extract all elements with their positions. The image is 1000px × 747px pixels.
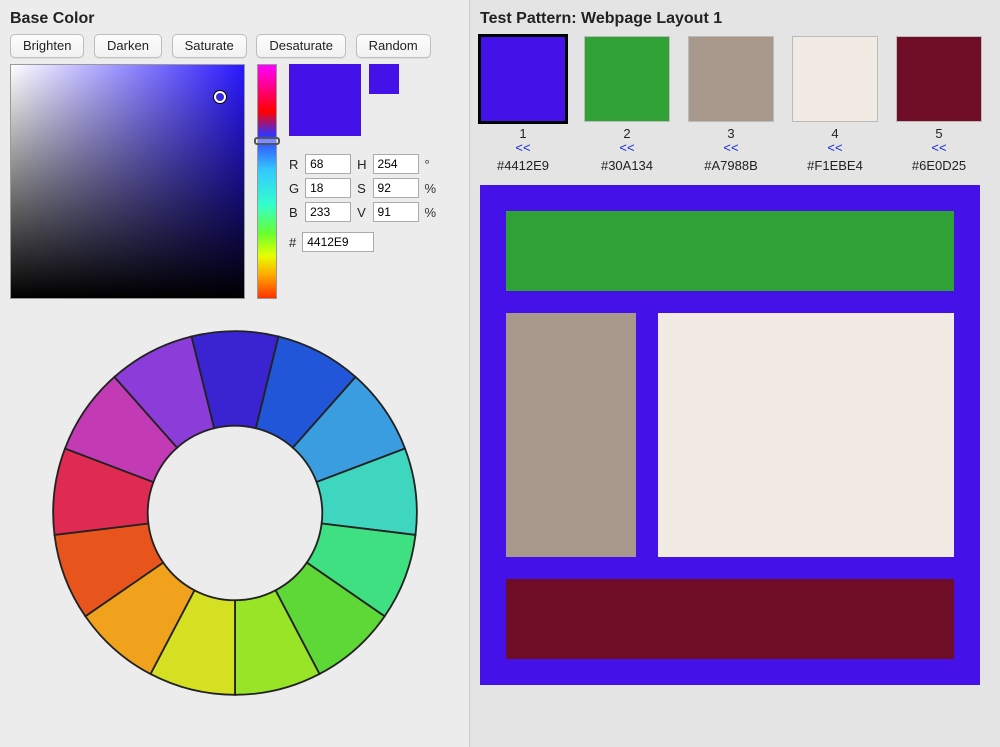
hex-label: # — [289, 235, 296, 250]
palette-hex: #A7988B — [704, 158, 758, 173]
adjust-button-row: Brighten Darken Saturate Desaturate Rand… — [10, 34, 459, 58]
palette-hex: #F1EBE4 — [807, 158, 863, 173]
palette-number: 1 — [519, 126, 526, 141]
sv-picker[interactable] — [10, 64, 245, 299]
darken-button[interactable]: Darken — [94, 34, 162, 58]
palette-shift-left-icon[interactable]: << — [931, 141, 946, 154]
palette-item-2: 2<< #30A134 — [584, 36, 670, 173]
palette-row: 1<<#4412E92<<#30A1343<<#A7988B4<<#F1EBE4… — [480, 36, 990, 173]
palette-shift-left-icon[interactable]: << — [619, 141, 634, 154]
h-label: H — [357, 157, 366, 172]
preview-header — [506, 211, 954, 291]
r-input[interactable] — [305, 154, 351, 174]
palette-shift-left-icon[interactable]: << — [827, 141, 842, 154]
v-unit: % — [425, 205, 437, 220]
brighten-button[interactable]: Brighten — [10, 34, 84, 58]
palette-number: 2 — [623, 126, 630, 141]
b-input[interactable] — [305, 202, 351, 222]
test-pattern-heading: Test Pattern: Webpage Layout 1 — [480, 10, 990, 28]
s-input[interactable] — [373, 178, 419, 198]
layout-preview — [480, 185, 980, 685]
color-wheel[interactable] — [35, 313, 435, 713]
degree-unit: ° — [425, 157, 437, 172]
palette-item-3: 3<< #A7988B — [688, 36, 774, 173]
palette-number: 5 — [935, 126, 942, 141]
hex-input[interactable] — [302, 232, 374, 252]
palette-swatch-2[interactable] — [584, 36, 670, 122]
h-input[interactable] — [373, 154, 419, 174]
hue-slider-handle[interactable] — [254, 137, 280, 145]
palette-item-4: 4<< #F1EBE4 — [792, 36, 878, 173]
current-color-swatch[interactable] — [289, 64, 361, 136]
s-unit: % — [425, 181, 437, 196]
v-label: V — [357, 205, 366, 220]
palette-item-1: 1<< #4412E9 — [480, 36, 566, 173]
palette-hex: #30A134 — [601, 158, 653, 173]
hue-bar[interactable] — [257, 64, 277, 299]
palette-hex: #6E0D25 — [912, 158, 966, 173]
v-input[interactable] — [373, 202, 419, 222]
g-label: G — [289, 181, 299, 196]
palette-swatch-5[interactable] — [896, 36, 982, 122]
saturate-button[interactable]: Saturate — [172, 34, 247, 58]
palette-swatch-1[interactable] — [480, 36, 566, 122]
random-button[interactable]: Random — [356, 34, 431, 58]
s-label: S — [357, 181, 366, 196]
r-label: R — [289, 157, 299, 172]
base-color-heading: Base Color — [10, 10, 459, 28]
preview-content — [658, 313, 954, 557]
preview-sidebar — [506, 313, 636, 557]
preview-footer — [506, 579, 954, 659]
previous-color-swatch[interactable] — [369, 64, 399, 94]
sv-cursor-icon[interactable] — [214, 91, 226, 103]
palette-number: 4 — [831, 126, 838, 141]
palette-item-5: 5<< #6E0D25 — [896, 36, 982, 173]
g-input[interactable] — [305, 178, 351, 198]
palette-swatch-3[interactable] — [688, 36, 774, 122]
palette-shift-left-icon[interactable]: << — [515, 141, 530, 154]
desaturate-button[interactable]: Desaturate — [256, 34, 346, 58]
palette-swatch-4[interactable] — [792, 36, 878, 122]
palette-hex: #4412E9 — [497, 158, 549, 173]
palette-shift-left-icon[interactable]: << — [723, 141, 738, 154]
b-label: B — [289, 205, 299, 220]
palette-number: 3 — [727, 126, 734, 141]
